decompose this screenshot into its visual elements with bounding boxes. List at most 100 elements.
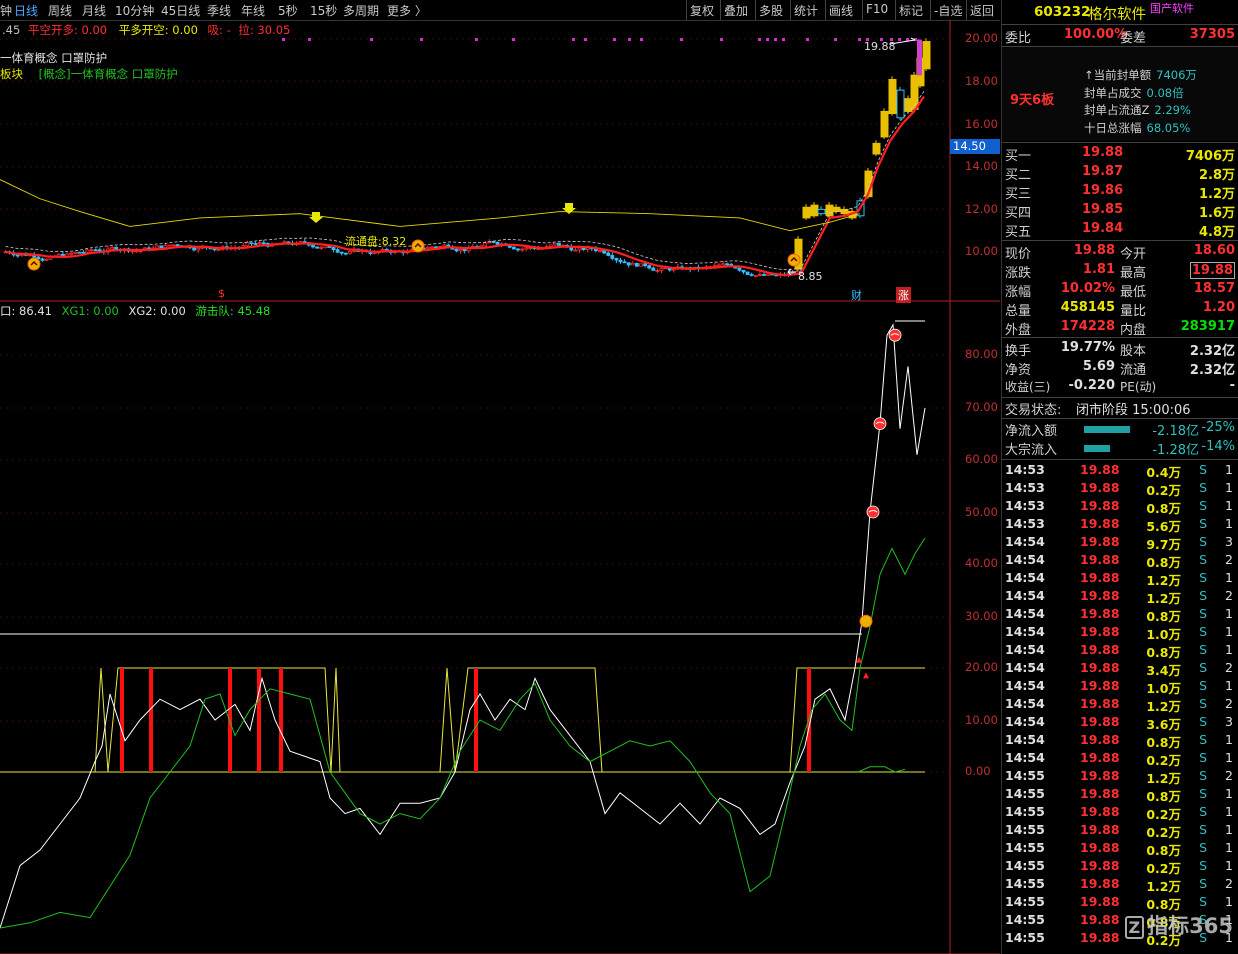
candle[interactable]: [97, 247, 102, 252]
candle[interactable]: [462, 249, 467, 254]
bid-row-3[interactable]: 买四 19.85 1.6万: [1002, 202, 1238, 221]
candle[interactable]: [167, 244, 172, 247]
period-tab-1[interactable]: 日线: [14, 2, 38, 19]
candle[interactable]: [614, 257, 619, 264]
tick-time: 14:55: [1005, 840, 1045, 855]
candle[interactable]: [725, 262, 729, 266]
candle[interactable]: [749, 272, 754, 277]
candle[interactable]: [622, 259, 627, 264]
candle[interactable]: [659, 267, 664, 274]
tick-row: 14:54 19.88 0.2万 S 1: [1002, 750, 1238, 768]
candle[interactable]: [315, 246, 320, 249]
candle[interactable]: [520, 247, 524, 253]
flow-row-1: 大宗流入 -1.28亿 -14%: [1002, 439, 1238, 458]
candle[interactable]: [319, 245, 324, 250]
tool-button-1[interactable]: 叠加: [724, 2, 748, 19]
tool-button-7[interactable]: -自选: [934, 2, 962, 19]
candle[interactable]: [573, 247, 578, 252]
candle[interactable]: [253, 241, 258, 245]
candle[interactable]: [335, 247, 340, 254]
tool-button-5[interactable]: F10: [866, 2, 888, 16]
candle[interactable]: [442, 243, 447, 247]
candle[interactable]: [524, 246, 529, 252]
candle[interactable]: [610, 252, 615, 261]
candle[interactable]: [40, 257, 45, 263]
tick-volume: 0.2万: [1146, 483, 1181, 498]
candle-breakout[interactable]: [810, 201, 819, 218]
bid-volume: 4.8万: [1198, 225, 1235, 240]
candle-breakout[interactable]: [896, 86, 905, 120]
candle[interactable]: [618, 257, 623, 264]
period-tab-9[interactable]: 15秒: [310, 2, 337, 19]
cai-badge[interactable]: 财: [851, 287, 862, 303]
candle[interactable]: [483, 241, 488, 247]
period-tab-0[interactable]: 钟: [0, 2, 12, 19]
tick-price: 19.88: [1080, 894, 1120, 909]
candle-breakout[interactable]: [922, 38, 931, 71]
bid-row-2[interactable]: 买三 19.86 1.2万: [1002, 183, 1238, 202]
stat-value: 10.02%: [1060, 281, 1115, 296]
period-tab-6[interactable]: 季线: [207, 2, 231, 19]
candle[interactable]: [73, 251, 78, 254]
period-tab-2[interactable]: 周线: [48, 2, 72, 19]
candle-breakout[interactable]: [872, 140, 881, 157]
period-tab-4[interactable]: 10分钟: [115, 2, 154, 19]
bid-row-1[interactable]: 买二 19.87 2.8万: [1002, 164, 1238, 183]
candle[interactable]: [553, 242, 557, 247]
candle[interactable]: [155, 245, 160, 249]
bid-volume: 7406万: [1185, 149, 1235, 164]
candle-breakout[interactable]: [888, 76, 897, 116]
period-tab-11[interactable]: 更多 〉: [387, 2, 427, 19]
candle[interactable]: [737, 267, 742, 272]
osc-tick-0: 80.00: [965, 347, 998, 361]
tool-button-3[interactable]: 统计: [794, 2, 818, 19]
period-tab-8[interactable]: 5秒: [278, 2, 298, 19]
candle[interactable]: [512, 246, 516, 250]
candle[interactable]: [647, 264, 652, 270]
tool-button-8[interactable]: 返回: [970, 2, 994, 19]
candle[interactable]: [339, 251, 344, 256]
candle[interactable]: [630, 261, 635, 266]
period-tab-5[interactable]: 45日线: [161, 2, 200, 19]
bid-row-4[interactable]: 买五 19.84 4.8万: [1002, 221, 1238, 240]
candle[interactable]: [212, 248, 217, 252]
tool-button-2[interactable]: 多股: [759, 2, 783, 19]
stat-value: 18.57: [1193, 281, 1235, 296]
tool-button-4[interactable]: 画线: [829, 2, 853, 19]
candle[interactable]: [626, 262, 631, 268]
candle[interactable]: [257, 240, 262, 246]
candle[interactable]: [425, 245, 430, 249]
candle[interactable]: [516, 248, 520, 252]
candle[interactable]: [343, 252, 348, 256]
candle[interactable]: [487, 239, 492, 244]
candle[interactable]: [758, 271, 762, 277]
tool-button-6[interactable]: 标记: [899, 2, 923, 19]
candle[interactable]: [753, 275, 758, 278]
bid-row-0[interactable]: 买一 19.88 7406万: [1002, 145, 1238, 164]
candle[interactable]: [741, 269, 746, 275]
candle-breakout[interactable]: [880, 108, 889, 140]
chart-area[interactable]: 钟日线 周线 月线 10分钟 45日线 季线 年线 5秒 15秒 多周期 更多 〉 复权 叠加 多股 统计画…: [0, 0, 1000, 954]
candle[interactable]: [635, 262, 639, 268]
period-tab-7[interactable]: 年线: [241, 2, 265, 19]
candle[interactable]: [639, 263, 643, 267]
tick-volume: 0.2万: [1146, 861, 1181, 876]
candle[interactable]: [655, 268, 660, 273]
candle-breakout[interactable]: [817, 206, 826, 216]
period-tab-10[interactable]: 多周期: [343, 2, 379, 19]
candle[interactable]: [77, 251, 82, 254]
bid-label: 买四: [1005, 206, 1032, 221]
candle[interactable]: [651, 266, 656, 271]
jiang-badge[interactable]: 涨: [896, 287, 911, 303]
candle-breakout[interactable]: [832, 204, 841, 214]
period-tab-3[interactable]: 月线: [82, 2, 106, 19]
candle[interactable]: [717, 263, 721, 267]
candle-breakout[interactable]: [802, 204, 811, 221]
candle[interactable]: [93, 248, 98, 252]
kline-canvas[interactable]: [0, 20, 1000, 954]
candle-breakout[interactable]: [825, 201, 834, 218]
tool-button-0[interactable]: 复权: [690, 2, 714, 19]
candle[interactable]: [44, 258, 49, 261]
candle[interactable]: [745, 271, 750, 276]
candle[interactable]: [171, 244, 176, 247]
